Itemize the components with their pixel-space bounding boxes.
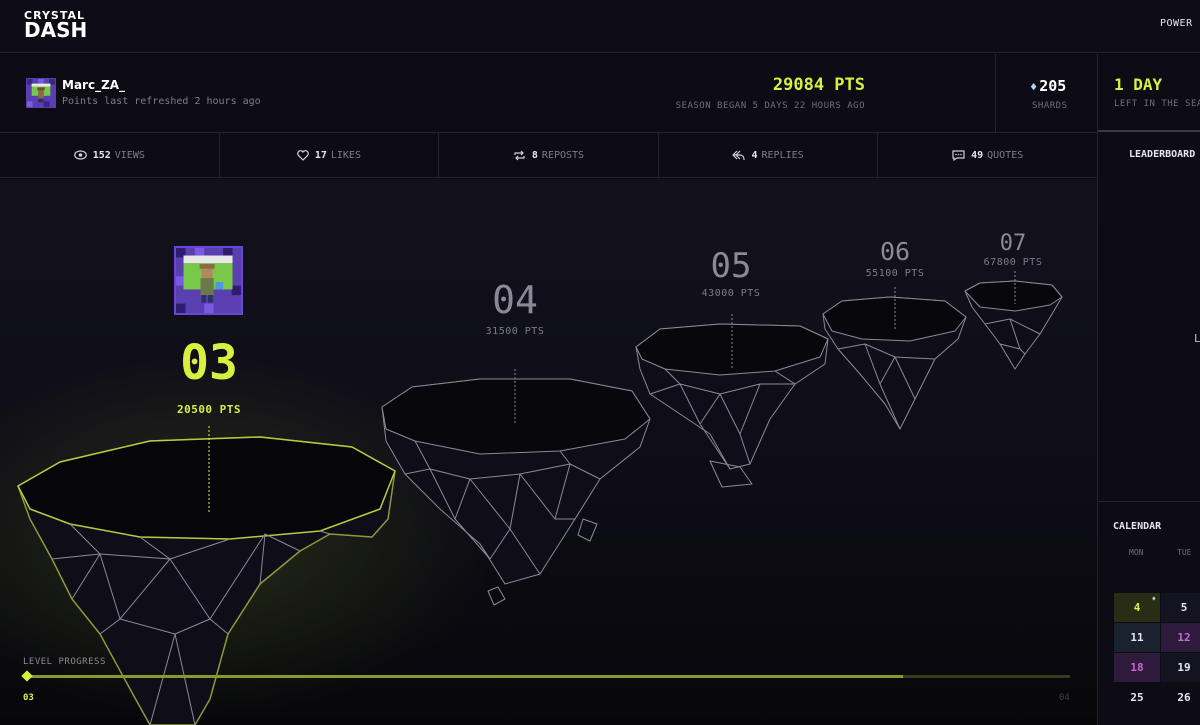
- level-label-06: 06 55100 PTS: [865, 237, 925, 279]
- island-level-03[interactable]: [17, 436, 396, 725]
- progress-start-level: 03: [23, 693, 34, 703]
- calendar-dow-mon: MON: [1129, 548, 1144, 557]
- shards-label: SHARDS: [1032, 101, 1068, 111]
- top-nav: CRYSTAL DASH POWER P: [0, 0, 1200, 53]
- leaderboard-partial-text: L: [1194, 332, 1200, 345]
- level-progress-label: LEVEL PROGRESS: [23, 657, 106, 667]
- calendar: CALENDAR MON TUE 4 ♦ 5 11 12 18 19 25 26: [1098, 501, 1200, 725]
- calendar-day[interactable]: 19: [1161, 653, 1200, 682]
- current-level-avatar[interactable]: [174, 246, 243, 315]
- refresh-status: Points last refreshed 2 hours ago: [62, 96, 261, 107]
- island-level-04[interactable]: [381, 378, 651, 606]
- leaderboard-title: LEADERBOARD: [1129, 149, 1196, 160]
- level-label-04: 04 31500 PTS: [485, 278, 545, 337]
- nav-link-power[interactable]: POWER P: [1160, 18, 1200, 29]
- calendar-title: CALENDAR: [1113, 521, 1162, 532]
- total-points: 29084 PTS: [772, 75, 865, 95]
- shards-box: ♦ 205 SHARDS: [995, 54, 1097, 133]
- shards-value: ♦ 205: [1030, 77, 1067, 95]
- level-label-07: 07 67800 PTS: [983, 231, 1043, 268]
- progress-end-level: 04: [1059, 693, 1070, 703]
- username: Marc_ZA_: [62, 78, 126, 92]
- calendar-dow-tue: TUE: [1177, 548, 1192, 557]
- calendar-day[interactable]: 25: [1114, 683, 1160, 712]
- level-progress-fill: [28, 675, 904, 678]
- repost-icon: [514, 150, 525, 160]
- calendar-day[interactable]: 4 ♦: [1114, 593, 1160, 622]
- level-map: 03 20500 PTS 04 31500 PTS 05 43000 PTS 0…: [0, 179, 1097, 725]
- heart-icon: [296, 149, 309, 161]
- level-islands: [17, 271, 1063, 725]
- calendar-day[interactable]: 11: [1114, 623, 1160, 652]
- island-level-05[interactable]: [635, 323, 829, 488]
- days-left-value: 1 DAY: [1114, 75, 1163, 94]
- brand-logo[interactable]: CRYSTAL DASH: [24, 10, 87, 40]
- diamond-icon: ♦: [1030, 80, 1038, 94]
- calendar-day[interactable]: 26: [1161, 683, 1200, 712]
- season-began-text: SEASON BEGAN 5 DAYS 22 HOURS AGO: [675, 101, 865, 111]
- level-label-03: 03 20500 PTS: [176, 335, 242, 416]
- right-panel: 1 DAY LEFT IN THE SEA LEADERBOARD L CALE…: [1097, 54, 1200, 725]
- reply-icon: [732, 150, 746, 160]
- level-label-05: 05 43000 PTS: [701, 246, 761, 299]
- engagement-stats: 152 VIEWS 17 LIKES 8 REPOSTS 4 REPLIES 49 QUO…: [0, 133, 1097, 178]
- quote-icon: [952, 149, 965, 161]
- stat-reposts: 8 REPOSTS: [439, 133, 659, 177]
- calendar-day[interactable]: 18: [1114, 653, 1160, 682]
- eye-icon: [73, 150, 87, 160]
- user-avatar[interactable]: [26, 78, 56, 108]
- island-level-07[interactable]: [964, 280, 1063, 370]
- diamond-icon: ♦: [1151, 595, 1156, 603]
- season-countdown: 1 DAY LEFT IN THE SEA: [1098, 54, 1200, 132]
- stat-likes: 17 LIKES: [220, 133, 440, 177]
- stat-views: 152 VIEWS: [0, 133, 220, 177]
- profile-bar: Marc_ZA_ Points last refreshed 2 hours a…: [0, 54, 1097, 133]
- days-left-label: LEFT IN THE SEA: [1114, 99, 1200, 109]
- stat-quotes: 49 QUOTES: [878, 133, 1097, 177]
- stat-replies: 4 REPLIES: [659, 133, 879, 177]
- calendar-day[interactable]: 12: [1161, 623, 1200, 652]
- calendar-day[interactable]: 5: [1161, 593, 1200, 622]
- level-progress-bar: [28, 675, 1070, 678]
